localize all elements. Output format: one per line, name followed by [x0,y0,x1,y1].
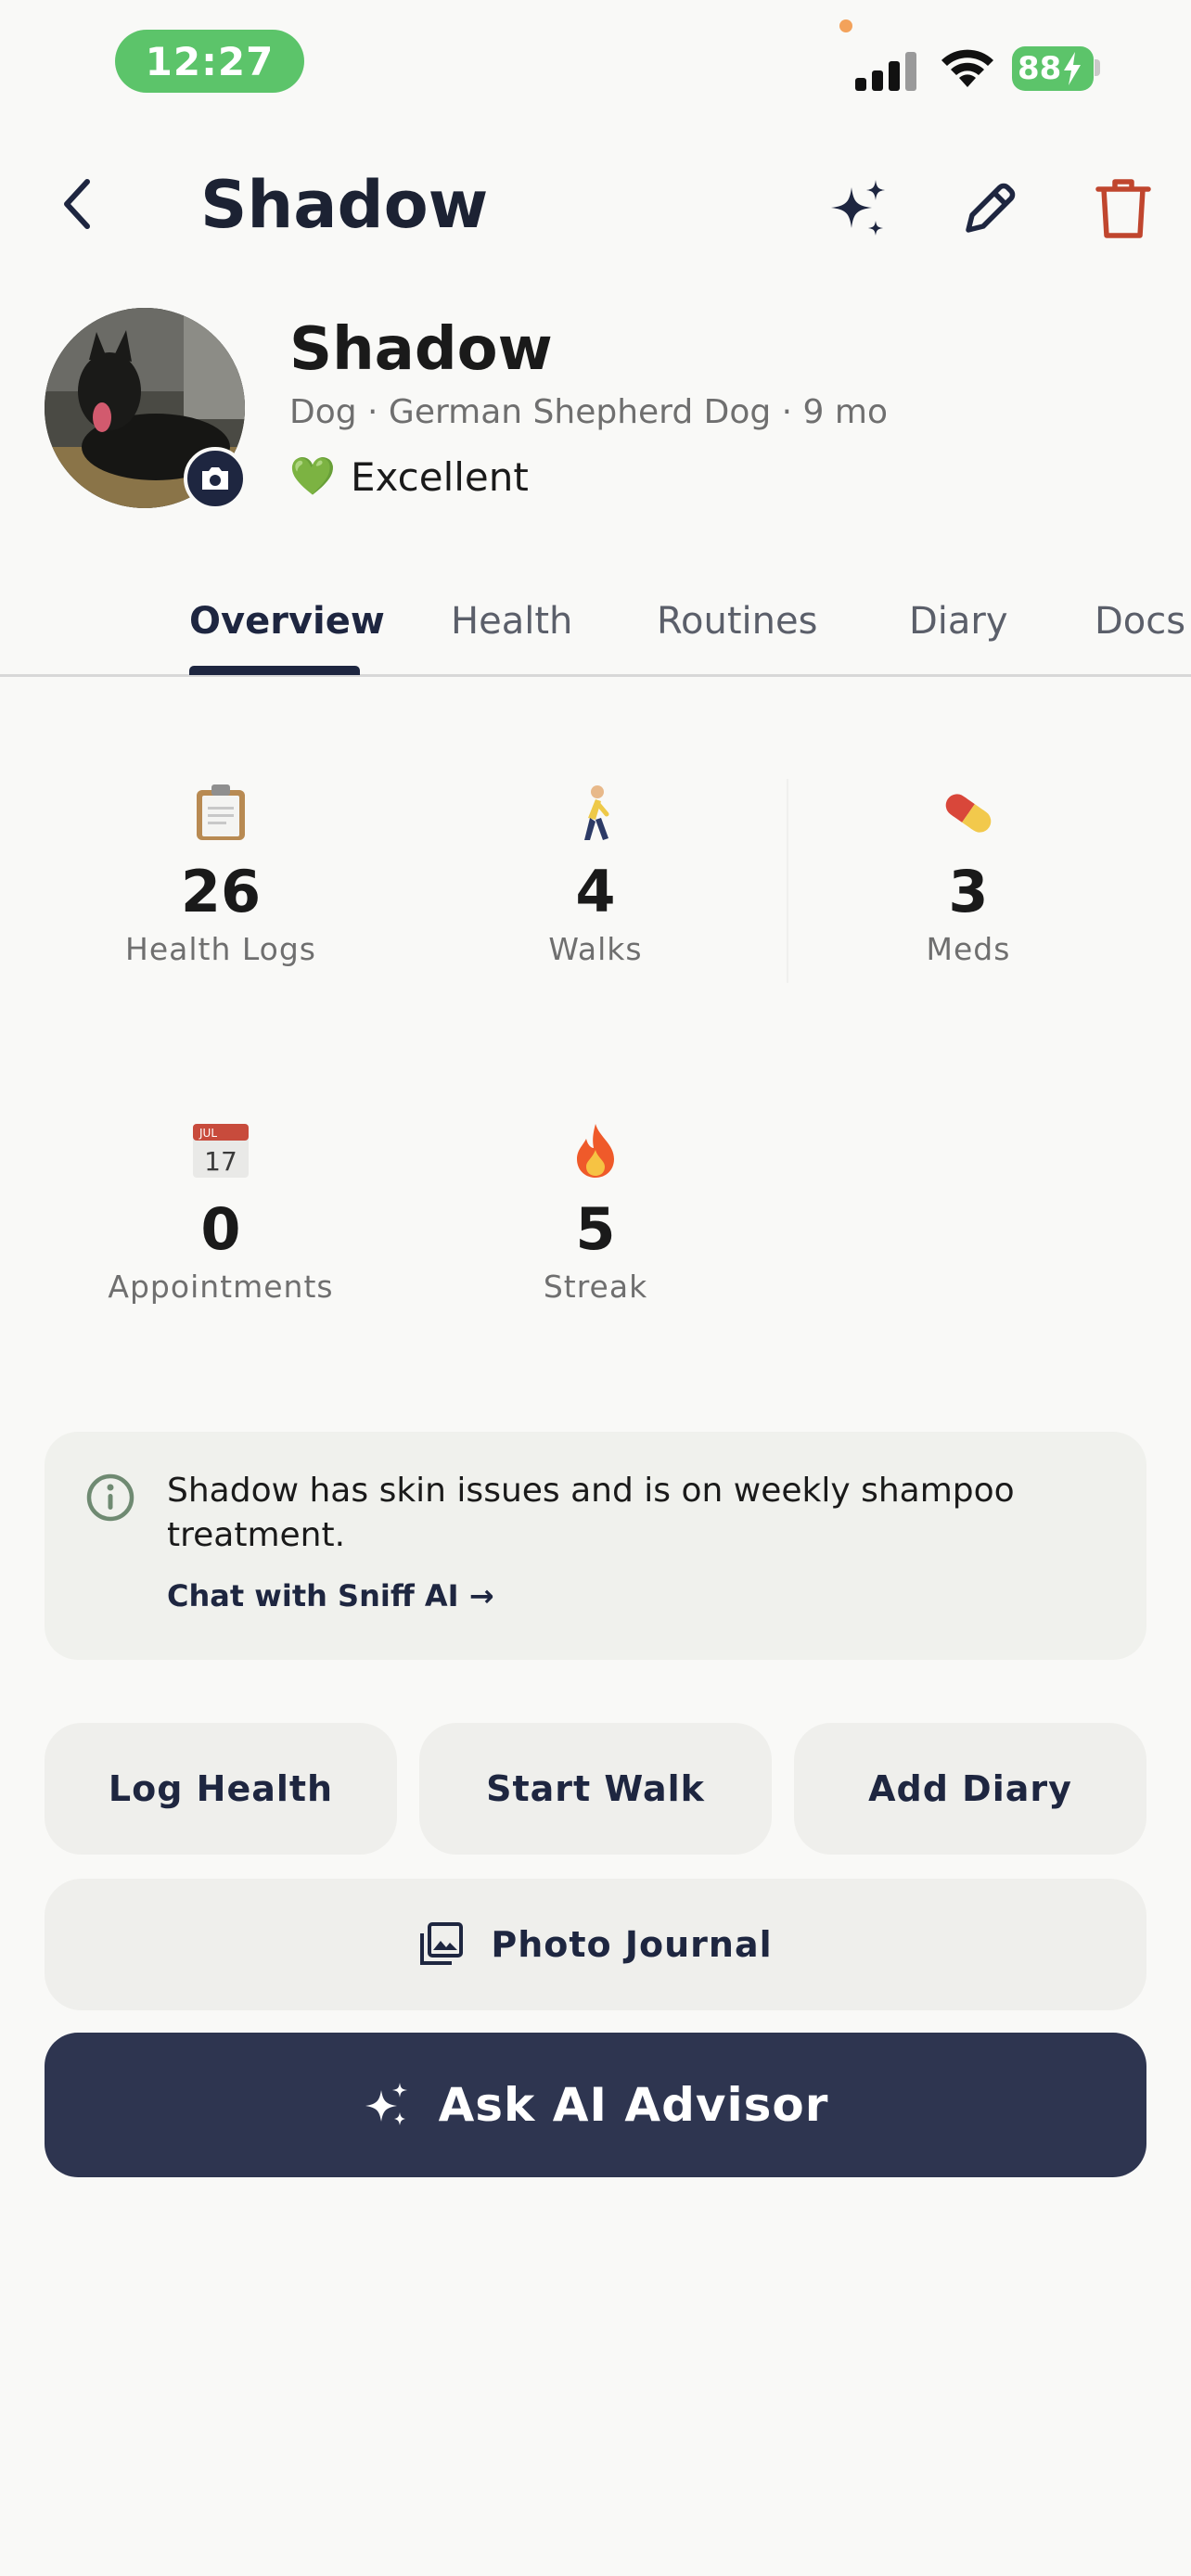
info-icon [85,1473,135,1526]
stat-value: 4 [575,858,616,925]
log-health-button[interactable]: Log Health [45,1723,397,1855]
ai-sparkle-button[interactable] [826,178,890,243]
green-heart-icon: 💚 [289,455,336,498]
sparkle-icon [363,2081,411,2129]
pet-name: Shadow [289,315,553,384]
page-title: Shadow [200,167,489,243]
cellular-signal-icon [855,52,920,95]
stat-walks[interactable]: 4 Walks [408,781,783,967]
tab-bar: Overview Health Routines Diary Docs [0,575,1191,677]
fire-icon [577,1124,614,1178]
stat-appointments[interactable]: JUL 17 0 Appointments [33,1118,408,1305]
tab-docs[interactable]: Docs [1095,575,1185,668]
stat-value: 5 [575,1195,616,1263]
battery-level: 88 [1018,50,1062,87]
stat-label: Health Logs [125,931,316,967]
sparkle-icon [831,180,885,236]
stat-label: Appointments [108,1269,334,1305]
ask-ai-advisor-button[interactable]: Ask AI Advisor [45,2033,1146,2177]
walking-person-icon [584,785,609,840]
calendar-icon: JUL 17 [193,1124,249,1178]
stat-health-logs[interactable]: 26 Health Logs [33,781,408,967]
tab-health[interactable]: Health [451,575,572,668]
photo-journal-label: Photo Journal [491,1924,773,1965]
ask-ai-advisor-label: Ask AI Advisor [438,2078,829,2132]
stat-label: Walks [548,931,643,967]
change-photo-button[interactable] [184,447,247,510]
camera-icon [202,467,228,490]
stat-streak[interactable]: 5 Streak [408,1118,783,1305]
battery-indicator: 88 [1012,46,1094,91]
pet-details: Dog · German Shepherd Dog · 9 mo [289,393,888,431]
chat-with-sniff-ai-link[interactable]: Chat with Sniff AI → [167,1578,494,1613]
stat-meds[interactable]: 3 Meds [781,781,1156,967]
delete-button[interactable] [1095,176,1152,241]
pill-icon [945,794,992,833]
pencil-icon [966,183,1016,233]
photo-library-icon [418,1922,464,1967]
stat-label: Meds [926,931,1011,967]
health-status: Excellent [351,454,529,500]
edit-button[interactable] [959,178,1020,239]
insight-text: Shadow has skin issues and is on weekly … [167,1472,1015,1554]
stat-value: 3 [948,858,989,925]
back-chevron-icon [64,179,90,229]
trash-icon [1095,179,1151,238]
tab-overview[interactable]: Overview [189,575,385,668]
calendar-day: 17 [204,1146,237,1177]
battery-nub [1095,59,1100,76]
tab-routines[interactable]: Routines [657,575,817,668]
privacy-indicator-dot [839,19,852,32]
stat-label: Streak [543,1269,648,1305]
calendar-month: JUL [198,1127,217,1140]
photo-journal-button[interactable]: Photo Journal [45,1879,1146,2010]
add-diary-button[interactable]: Add Diary [794,1723,1146,1855]
wifi-icon [939,46,996,93]
tab-diary[interactable]: Diary [909,575,1008,668]
stat-value: 0 [200,1195,241,1263]
status-time: 12:27 [115,30,304,93]
back-button[interactable] [56,176,100,232]
start-walk-button[interactable]: Start Walk [419,1723,772,1855]
active-tab-indicator [189,666,360,675]
clipboard-icon [197,784,245,840]
charging-bolt-icon [1064,52,1082,85]
stat-value: 26 [180,858,262,925]
